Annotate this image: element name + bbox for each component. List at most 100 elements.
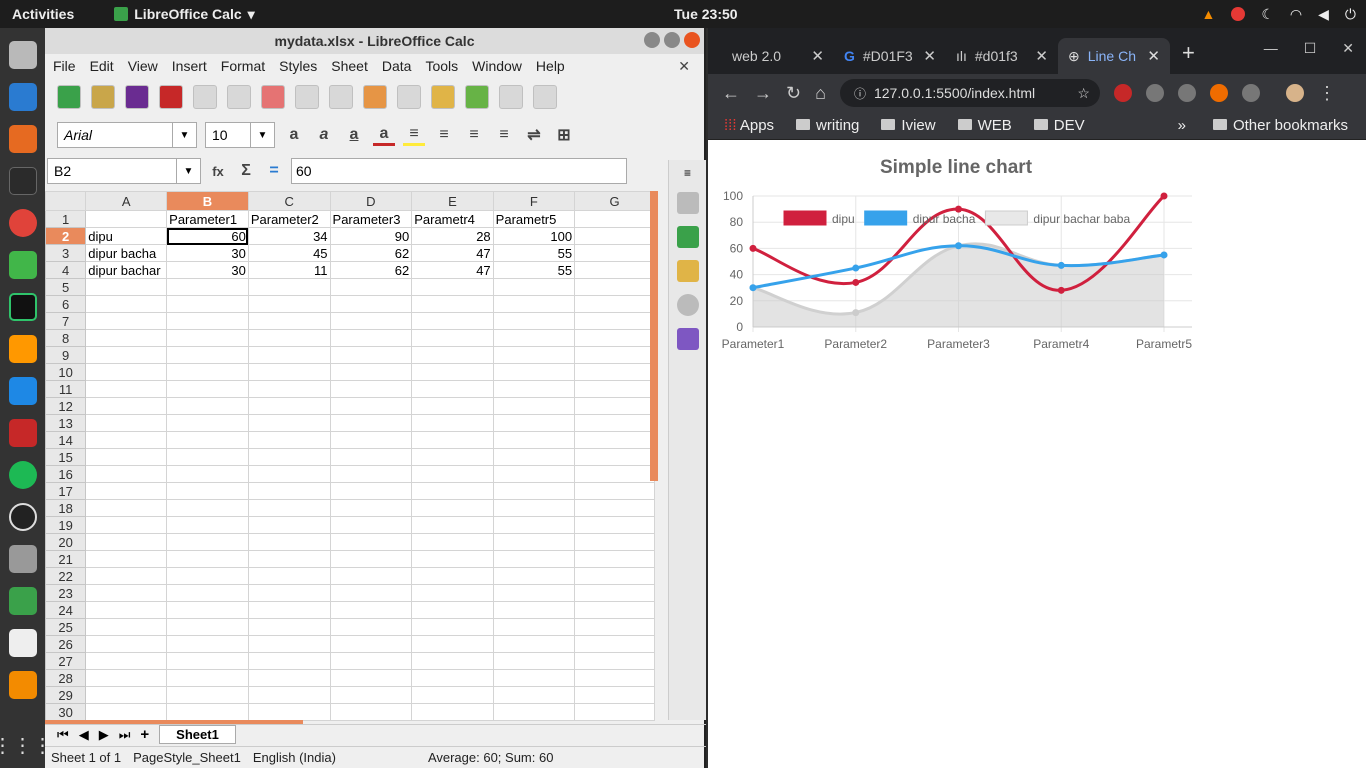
- cell[interactable]: [574, 686, 655, 704]
- add-sheet-icon[interactable]: +: [140, 726, 149, 743]
- close-icon[interactable]: ✕: [1147, 47, 1160, 65]
- cell[interactable]: [85, 703, 168, 721]
- bookmark-folder[interactable]: WEB: [957, 117, 1012, 134]
- calc-dock-icon[interactable]: [8, 587, 37, 615]
- cell[interactable]: [411, 516, 494, 534]
- minimize-button[interactable]: [644, 32, 660, 48]
- export-pdf-icon[interactable]: [159, 85, 183, 109]
- cell[interactable]: 100: [492, 227, 576, 245]
- cell[interactable]: [247, 618, 331, 636]
- cell[interactable]: [492, 397, 576, 415]
- cell[interactable]: [411, 482, 494, 500]
- volume-icon[interactable]: ◀: [1318, 6, 1329, 23]
- cell[interactable]: [166, 465, 249, 483]
- menu-insert[interactable]: Insert: [165, 58, 214, 74]
- corner-cell[interactable]: [45, 191, 87, 211]
- close-document-icon[interactable]: ✕: [678, 58, 690, 75]
- cell[interactable]: [492, 584, 576, 602]
- terminal-icon[interactable]: [8, 167, 37, 195]
- filezilla-icon[interactable]: [8, 419, 37, 447]
- print-icon[interactable]: [193, 85, 217, 109]
- navigator-icon[interactable]: [676, 294, 699, 316]
- cell[interactable]: [247, 669, 331, 687]
- cell[interactable]: [166, 669, 249, 687]
- column-header[interactable]: E: [411, 191, 494, 211]
- font-size-combo[interactable]: 10 ▼: [205, 122, 275, 148]
- cell[interactable]: [166, 448, 249, 466]
- notification-icon[interactable]: [1231, 7, 1246, 21]
- cell[interactable]: [166, 414, 249, 432]
- browser-tab[interactable]: web 2.0 ✕: [722, 38, 834, 74]
- cell[interactable]: [492, 465, 576, 483]
- cell[interactable]: [247, 516, 331, 534]
- cell[interactable]: [574, 312, 655, 330]
- back-icon[interactable]: ←: [722, 83, 740, 104]
- extension-icon[interactable]: [1241, 84, 1260, 102]
- cut-icon[interactable]: [261, 85, 285, 109]
- formula-input[interactable]: 60: [291, 158, 627, 184]
- undo-icon[interactable]: [431, 85, 455, 109]
- cell[interactable]: [329, 516, 413, 534]
- row-header[interactable]: 19: [45, 516, 87, 534]
- cell[interactable]: [492, 431, 576, 449]
- bold-icon[interactable]: a: [283, 124, 305, 146]
- cell[interactable]: [492, 414, 576, 432]
- align-center-icon[interactable]: ≡: [463, 124, 485, 146]
- cell[interactable]: [411, 329, 494, 347]
- paste-icon[interactable]: [329, 85, 353, 109]
- open-icon[interactable]: [91, 85, 115, 109]
- close-icon[interactable]: ✕: [811, 47, 824, 65]
- cell[interactable]: [411, 397, 494, 415]
- cell[interactable]: [411, 363, 494, 381]
- row-header[interactable]: 12: [45, 397, 87, 415]
- chevron-down-icon[interactable]: ▼: [172, 123, 196, 147]
- cell[interactable]: [329, 482, 413, 500]
- wifi-icon[interactable]: ◠: [1290, 6, 1302, 23]
- vertical-scrollbar[interactable]: [650, 191, 658, 481]
- chevron-down-icon[interactable]: ▼: [250, 123, 274, 147]
- row-header[interactable]: 25: [45, 618, 87, 636]
- cell[interactable]: [492, 278, 576, 296]
- row-header[interactable]: 9: [45, 346, 87, 364]
- row-header[interactable]: 8: [45, 329, 87, 347]
- cell[interactable]: [574, 329, 655, 347]
- cell[interactable]: [85, 499, 168, 517]
- sidebar-menu-icon[interactable]: ≡: [684, 166, 691, 180]
- cell[interactable]: [85, 618, 168, 636]
- cell[interactable]: 45: [247, 244, 331, 262]
- row-header[interactable]: 4: [45, 261, 87, 279]
- cell[interactable]: [85, 686, 168, 704]
- maximize-button[interactable]: [664, 32, 680, 48]
- cell[interactable]: [85, 635, 168, 653]
- cell[interactable]: [492, 448, 576, 466]
- cell[interactable]: 55: [492, 261, 576, 279]
- cell[interactable]: [574, 635, 655, 653]
- cell[interactable]: [411, 669, 494, 687]
- cell[interactable]: [85, 567, 168, 585]
- cell[interactable]: [85, 550, 168, 568]
- cell[interactable]: [247, 601, 331, 619]
- cell[interactable]: [166, 652, 249, 670]
- print-preview-icon[interactable]: [227, 85, 251, 109]
- spreadsheet-grid[interactable]: A B C D E F G 1 Parameter1 Parameter2 Param…: [45, 191, 655, 721]
- menu-styles[interactable]: Styles: [272, 58, 324, 74]
- cell[interactable]: [492, 669, 576, 687]
- cell[interactable]: [411, 346, 494, 364]
- styles-icon[interactable]: [676, 226, 699, 248]
- cell[interactable]: [247, 346, 331, 364]
- row-header[interactable]: 26: [45, 635, 87, 653]
- cell[interactable]: [492, 601, 576, 619]
- software-icon[interactable]: [8, 125, 37, 153]
- cell[interactable]: [411, 703, 494, 721]
- font-name-combo[interactable]: Arial ▼: [57, 122, 197, 148]
- cell[interactable]: [492, 482, 576, 500]
- clone-format-icon[interactable]: [363, 85, 387, 109]
- cell[interactable]: [166, 499, 249, 517]
- column-header[interactable]: C: [247, 191, 331, 211]
- cell[interactable]: [411, 601, 494, 619]
- cell[interactable]: [411, 652, 494, 670]
- copy-icon[interactable]: [295, 85, 319, 109]
- cell[interactable]: [166, 312, 249, 330]
- cell[interactable]: [411, 414, 494, 432]
- printer-icon[interactable]: [8, 545, 37, 573]
